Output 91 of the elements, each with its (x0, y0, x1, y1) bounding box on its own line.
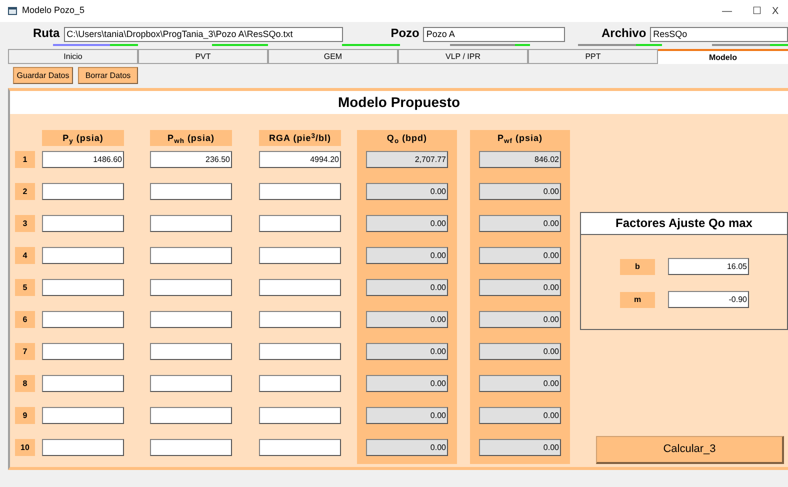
row-number: 2 (15, 183, 35, 200)
tab[interactable]: PVT (138, 49, 268, 64)
window-title: Modelo Pozo_5 (22, 4, 85, 18)
output-field[interactable]: 0.00 (479, 439, 561, 456)
output-field[interactable]: 0.00 (366, 439, 448, 456)
factor-label: b (620, 258, 655, 274)
input-field[interactable] (42, 279, 124, 296)
input-field[interactable] (259, 183, 341, 200)
tab[interactable]: PPT (528, 49, 658, 64)
tab[interactable]: Inicio (8, 49, 138, 64)
input-field[interactable] (150, 439, 232, 456)
input-field[interactable] (150, 183, 232, 200)
row-number: 6 (15, 311, 35, 328)
column-header: P$_{wf}$ (psia) (496, 132, 544, 146)
column-header: RGA (pie$^{3}$/bl) (259, 130, 341, 146)
input-field[interactable] (150, 375, 232, 392)
row-number: 7 (15, 343, 35, 360)
app-icon (8, 6, 18, 16)
row-number: 3 (15, 215, 35, 232)
output-field[interactable]: 0.00 (366, 215, 448, 232)
input-field[interactable] (150, 247, 232, 264)
column-header: Q$_{o}$ (bpd) (386, 132, 428, 146)
save-button[interactable]: Guardar Datos (13, 67, 73, 84)
close-button[interactable]: X (772, 4, 788, 18)
input-field[interactable] (150, 407, 232, 424)
input-field[interactable] (150, 279, 232, 296)
output-field[interactable]: 2,707.77 (366, 151, 448, 168)
output-field[interactable]: 846.02 (479, 151, 561, 168)
output-field[interactable]: 0.00 (479, 247, 561, 264)
path-label: Ruta (33, 25, 60, 42)
input-field[interactable]: 16.05 (668, 258, 749, 275)
output-field[interactable]: 0.00 (366, 183, 448, 200)
maximize-button[interactable]: ☐ (742, 4, 772, 18)
input-field[interactable] (42, 375, 124, 392)
input-field[interactable] (42, 343, 124, 360)
input-field[interactable] (259, 279, 341, 296)
input-field[interactable] (42, 439, 124, 456)
input-field[interactable] (150, 311, 232, 328)
field-label: Pozo (390, 25, 420, 42)
input-field[interactable] (259, 375, 341, 392)
input-field[interactable] (259, 439, 341, 456)
output-field[interactable]: 0.00 (366, 407, 448, 424)
output-field[interactable]: 0.00 (479, 343, 561, 360)
field-label: Archivo (601, 25, 646, 42)
tab[interactable]: Modelo (658, 49, 788, 64)
input-field[interactable] (42, 215, 124, 232)
output-field[interactable]: 0.00 (479, 279, 561, 296)
input-field[interactable] (150, 343, 232, 360)
clear-button[interactable]: Borrar Datos (78, 67, 138, 84)
row-number: 4 (15, 247, 35, 264)
panel-title: Modelo Propuesto (10, 91, 788, 114)
tab[interactable]: VLP / IPR (398, 49, 528, 64)
column-header: P$_{y}$ (psia) (42, 130, 124, 146)
factor-label: m (620, 292, 655, 308)
input-field[interactable]: -0.90 (668, 291, 749, 308)
input-field[interactable]: 4994.20 (259, 151, 341, 168)
row-number: 1 (15, 151, 35, 168)
output-field[interactable]: 0.00 (479, 183, 561, 200)
factors-title: Factores Ajuste Qo max (581, 213, 787, 235)
output-field[interactable]: 0.00 (366, 279, 448, 296)
output-field[interactable]: 0.00 (366, 311, 448, 328)
output-field[interactable]: 0.00 (479, 407, 561, 424)
output-field[interactable]: 0.00 (366, 247, 448, 264)
row-number: 5 (15, 279, 35, 296)
input-field[interactable] (42, 183, 124, 200)
row-number: 9 (15, 407, 35, 424)
input-field[interactable] (259, 343, 341, 360)
text-field[interactable]: C:\Users\tania\Dropbox\ProgTania_3\Pozo A\ResSQo.txt (64, 27, 343, 42)
input-field[interactable]: 1486.60 (42, 151, 124, 168)
row-number: 8 (15, 375, 35, 392)
output-field[interactable]: 0.00 (366, 343, 448, 360)
calculate-button[interactable]: Calcular_3 (596, 436, 784, 464)
text-field[interactable]: Pozo A (423, 27, 566, 42)
input-field[interactable] (259, 215, 341, 232)
output-field[interactable]: 0.00 (479, 215, 561, 232)
input-field[interactable] (42, 311, 124, 328)
output-field[interactable]: 0.00 (479, 311, 561, 328)
row-number: 10 (15, 439, 35, 456)
output-field[interactable]: 0.00 (366, 375, 448, 392)
input-field[interactable] (150, 215, 232, 232)
input-field[interactable] (259, 311, 341, 328)
input-field[interactable]: 236.50 (150, 151, 232, 168)
input-field[interactable] (259, 247, 341, 264)
tab[interactable]: GEM (268, 49, 398, 64)
output-field[interactable]: 0.00 (479, 375, 561, 392)
input-field[interactable] (42, 247, 124, 264)
text-field[interactable]: ResSQo (650, 27, 788, 42)
input-field[interactable] (259, 407, 341, 424)
minimize-button[interactable]: — (712, 4, 742, 18)
input-field[interactable] (42, 407, 124, 424)
column-header: P$_{wh}$ (psia) (150, 130, 232, 146)
